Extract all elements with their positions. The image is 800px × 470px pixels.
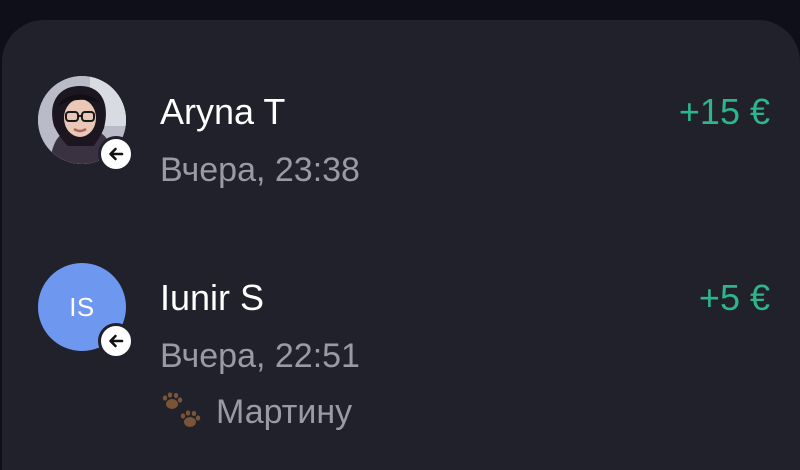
incoming-badge xyxy=(98,323,134,359)
transaction-note: Мартину xyxy=(160,392,352,432)
transaction-amount: +5 € xyxy=(698,277,770,318)
transaction-time: Вчера, 22:51 xyxy=(160,337,360,375)
incoming-badge xyxy=(98,136,134,172)
sender-name: Iunir S xyxy=(160,277,265,318)
transaction-amount: +15 € xyxy=(678,91,770,132)
sender-name: Aryna T xyxy=(160,91,286,132)
arrow-left-icon xyxy=(109,147,124,161)
arrow-left-icon xyxy=(109,334,124,348)
paw-prints-icon xyxy=(162,392,201,427)
transactions-card: Aryna T +15 € Вчера, 23:38 IS Iunir S +5… xyxy=(2,20,800,470)
transaction-time: Вчера, 23:38 xyxy=(160,151,360,189)
avatar-initials: IS xyxy=(69,291,95,322)
note-text: Мартину xyxy=(216,393,353,431)
